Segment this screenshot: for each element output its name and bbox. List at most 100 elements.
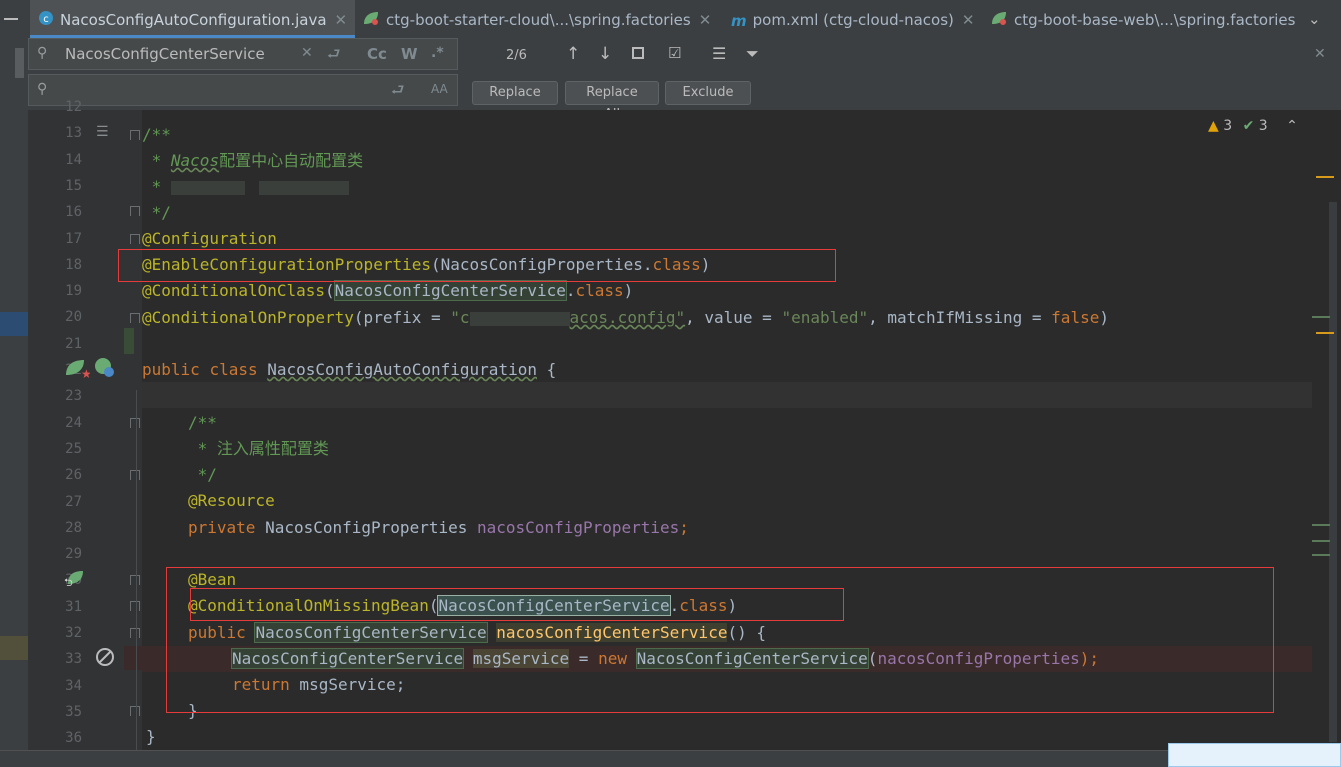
change-marker (1312, 554, 1330, 556)
disabled-breakpoint-icon[interactable] (94, 646, 116, 672)
scrollbar-thumb[interactable] (1329, 202, 1337, 742)
scroll-marker (15, 48, 24, 78)
line-number: 16 (65, 204, 82, 221)
change-marker (1312, 316, 1330, 318)
match-counter: 2/6 (506, 48, 527, 63)
tab-nacos-config-auto-configuration[interactable]: c NacosConfigAutoConfiguration.java ✕ (30, 0, 356, 41)
maven-icon: m (731, 11, 747, 30)
fold-toggle-icon[interactable] (130, 206, 140, 216)
line-number: 21 (65, 335, 82, 352)
left-tool-strip (0, 38, 28, 750)
regex-toggle[interactable]: .* (431, 45, 444, 61)
find-replace-bar: ⚲ NacosConfigCenterService ✕ ⮐ Cc W .* ⚲… (28, 38, 1341, 122)
clear-search-icon[interactable]: ✕ (301, 45, 313, 61)
line-number: 34 (65, 677, 82, 694)
change-marker (1312, 540, 1330, 542)
line-number: 24 (65, 414, 82, 431)
close-tab-icon[interactable]: ✕ (335, 11, 348, 29)
tab-label: ctg-boot-base-web\...\spring.factories (1014, 11, 1296, 29)
redacted-text (469, 311, 570, 326)
fold-toggle-icon[interactable] (130, 628, 140, 638)
previous-highlight-icon[interactable]: ⌃ (1286, 118, 1298, 134)
replace-all-button[interactable]: Replace All (565, 81, 659, 122)
tab-pom-xml[interactable]: m pom.xml (ctg-cloud-nacos) ✕ (731, 0, 974, 38)
spring-bean-icon[interactable]: ★ (64, 357, 92, 383)
redacted-text (170, 180, 245, 195)
spring-config-icon[interactable] (94, 357, 116, 383)
close-tab-icon[interactable]: ✕ (962, 11, 975, 29)
code-line-15: * (142, 174, 1312, 200)
code-line-28: private NacosConfigProperties nacosConfi… (188, 518, 689, 537)
line-number: 29 (65, 546, 82, 563)
tab-list-chevron-icon[interactable]: ⌄ (1308, 10, 1321, 28)
previous-occurrence-icon[interactable]: ↑ (566, 44, 580, 64)
breakpoint-line-highlight (124, 646, 142, 670)
line-number: 23 (65, 388, 82, 405)
code-line-26: */ (188, 465, 217, 484)
fold-toggle-icon[interactable] (130, 601, 140, 611)
ok-count: 3 (1258, 118, 1268, 134)
filter-icon[interactable]: ⏷ (746, 44, 759, 64)
java-class-icon: c (38, 1, 54, 41)
match-case-toggle[interactable]: Cc (367, 45, 387, 63)
tab-label: NacosConfigAutoConfiguration.java (60, 11, 327, 29)
line-number: 25 (65, 440, 82, 457)
highlight-row-marker (0, 636, 28, 660)
spring-leaf-icon (990, 1, 1008, 41)
code-line-36: } (146, 727, 156, 746)
fold-toggle-icon[interactable] (130, 418, 140, 428)
find-input-box[interactable]: ⚲ NacosConfigCenterService ✕ ⮐ Cc W .* (28, 38, 458, 70)
code-line-22: public class NacosConfigAutoConfiguratio… (142, 360, 557, 379)
in-selection-icon[interactable]: ☑ (668, 44, 681, 62)
spring-bean-method-icon[interactable]: ⮌ (64, 568, 86, 592)
new-line-icon[interactable]: ⮐ (391, 80, 405, 105)
search-icon[interactable]: ⚲ (37, 81, 47, 97)
replace-input-box[interactable]: ⚲ ⮐ AA (28, 74, 458, 106)
whole-words-toggle[interactable]: W (401, 45, 418, 63)
minimize-icon[interactable] (4, 18, 18, 20)
warning-icon: ▲ (1208, 118, 1219, 134)
quick-doc-icon[interactable]: ☰ (96, 124, 109, 140)
fold-guide (136, 390, 137, 750)
inspection-widget[interactable]: ▲ 3 ✔ 3 ⌃ ⌄ (1208, 118, 1326, 134)
code-line-13: /** (142, 125, 171, 144)
preserve-case-toggle[interactable]: AA (431, 82, 448, 96)
svg-text:★: ★ (81, 367, 90, 379)
exclude-button[interactable]: Exclude (665, 81, 751, 105)
line-number: 32 (65, 625, 82, 641)
changed-line-marker (124, 328, 134, 354)
replace-button[interactable]: Replace (472, 81, 558, 105)
select-all-occurrences-icon[interactable] (632, 47, 644, 59)
fold-toggle-icon[interactable] (130, 234, 140, 244)
new-line-icon[interactable]: ⮐ (327, 44, 341, 69)
check-icon: ✔ (1242, 118, 1255, 134)
fold-toggle-icon[interactable] (130, 313, 140, 323)
close-find-icon[interactable]: ✕ (1314, 46, 1326, 62)
filter-options-icon[interactable]: ☰ (712, 44, 726, 63)
next-occurrence-icon[interactable]: ↓ (598, 44, 612, 64)
tab-starter-cloud-spring-factories[interactable]: ctg-boot-starter-cloud\...\spring.factor… (362, 0, 711, 38)
fold-toggle-icon[interactable] (130, 130, 140, 140)
code-editor[interactable]: /** * Nacos配置中心自动配置类 * */ @Configuration… (118, 110, 1326, 750)
svg-text:⮌: ⮌ (64, 576, 73, 588)
line-number-gutter: 1213141516171819202122232425262728293031… (28, 99, 142, 750)
line-number: 20 (65, 309, 82, 326)
fold-toggle-icon[interactable] (130, 575, 140, 585)
line-number: 12 (65, 99, 82, 115)
tab-base-web-spring-factories[interactable]: ctg-boot-base-web\...\spring.factories (990, 0, 1295, 38)
annotation-highlight-box (190, 588, 844, 621)
line-number: 19 (65, 283, 82, 300)
redacted-text (258, 180, 349, 195)
caret-row-highlight (142, 382, 1312, 408)
fold-toggle-icon[interactable] (130, 470, 140, 480)
line-number: 36 (65, 730, 82, 747)
line-number: 15 (65, 177, 82, 194)
find-input[interactable]: NacosConfigCenterService (65, 45, 265, 63)
search-icon[interactable]: ⚲ (37, 45, 47, 61)
close-tab-icon[interactable]: ✕ (699, 11, 712, 29)
fold-toggle-icon[interactable] (130, 706, 140, 716)
line-number: 13 (65, 125, 82, 142)
editor-scrollbar[interactable] (1312, 110, 1341, 750)
code-line-16: */ (142, 203, 171, 222)
line-number: 35 (65, 703, 82, 720)
